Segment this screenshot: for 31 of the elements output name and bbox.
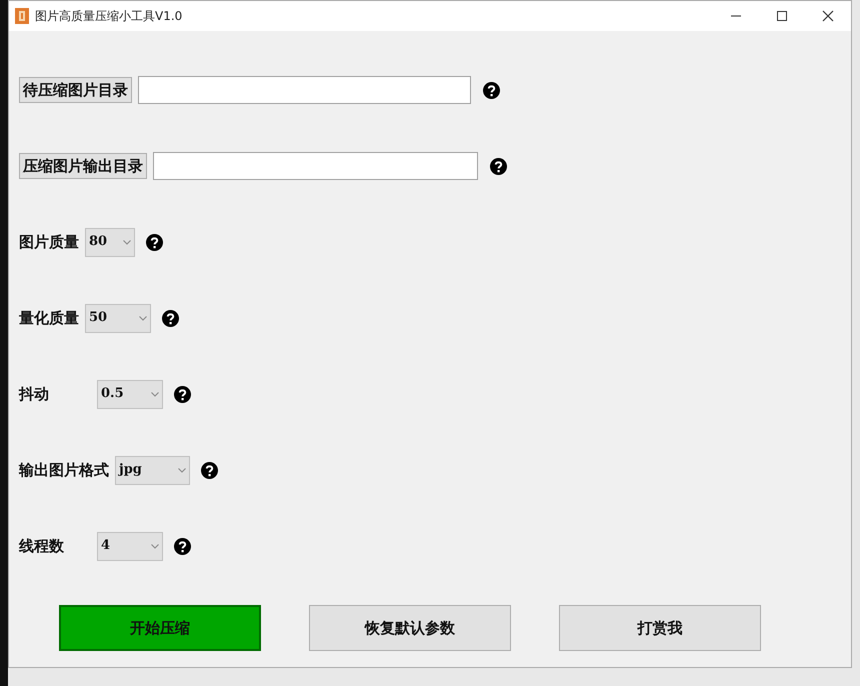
help-icon[interactable]	[146, 234, 163, 250]
help-icon[interactable]	[174, 386, 191, 402]
browse-button[interactable]: 压缩图片输出目录	[19, 153, 147, 179]
help-icon[interactable]	[174, 538, 191, 554]
field-label: 线程数	[19, 536, 65, 557]
directory-field[interactable]	[138, 76, 471, 104]
field-label: 图片质量	[19, 232, 79, 253]
chevron-down-icon	[151, 392, 159, 396]
app-icon	[15, 8, 29, 24]
help-icon[interactable]	[162, 310, 179, 326]
help-icon[interactable]	[483, 82, 500, 98]
help-icon[interactable]	[201, 462, 218, 478]
dropdown[interactable]: 4	[97, 532, 163, 560]
chevron-down-icon	[178, 468, 186, 472]
action-button[interactable]: 开始压缩	[59, 605, 261, 651]
field-label: 抖动	[19, 384, 50, 405]
field-label: 量化质量	[19, 308, 79, 329]
dropdown[interactable]: 50	[85, 304, 151, 332]
chevron-down-icon	[123, 240, 131, 244]
dropdown[interactable]: 80	[85, 228, 135, 256]
chevron-down-icon	[151, 544, 159, 548]
dropdown[interactable]: 0.5	[97, 380, 163, 408]
browse-button[interactable]: 待压缩图片目录	[19, 77, 132, 103]
window-title: 图片高质量压缩小工具V1.0	[35, 8, 182, 25]
action-button[interactable]: 打赏我	[559, 605, 761, 651]
chevron-down-icon	[139, 316, 147, 320]
help-icon[interactable]	[490, 158, 507, 174]
directory-field[interactable]	[153, 152, 478, 180]
field-label: 输出图片格式	[19, 460, 109, 481]
action-button[interactable]: 恢复默认参数	[309, 605, 511, 651]
dropdown[interactable]: jpg	[115, 456, 190, 484]
